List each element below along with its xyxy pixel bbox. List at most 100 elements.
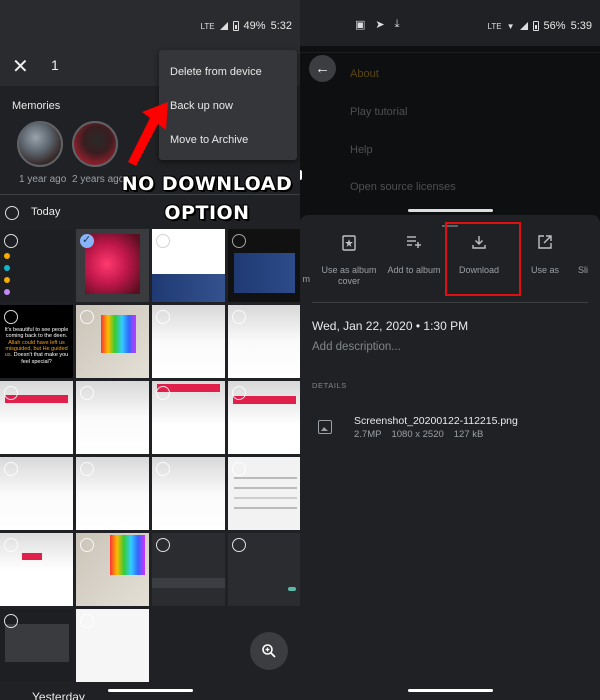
settings-dot (4, 289, 10, 295)
photo-tile[interactable] (76, 381, 149, 454)
menu-item-open-source-licenses[interactable]: Open source licenses (350, 181, 456, 193)
select-circle[interactable] (156, 462, 170, 476)
file-resolution: 1080 x 2520 (391, 429, 444, 440)
download-highlight-box (445, 222, 521, 296)
photo-date: Wed, Jan 22, 2020 (312, 319, 413, 333)
memories-heading: Memories (12, 100, 61, 112)
select-circle[interactable] (232, 386, 246, 400)
photo-tile[interactable] (152, 381, 225, 454)
select-circle[interactable] (80, 310, 94, 324)
menu-item-delete-from-device[interactable]: Delete from device (170, 66, 262, 78)
photo-tile[interactable] (228, 229, 300, 302)
image-file-icon (318, 420, 332, 434)
action-label: Use as (530, 265, 559, 275)
photo-tile[interactable] (228, 381, 300, 454)
file-size: 127 kB (453, 429, 484, 440)
action-label: Add to album (387, 265, 441, 275)
memory-thumbnail[interactable] (72, 121, 118, 167)
photo-tile[interactable] (152, 229, 225, 302)
battery-level: 56% (543, 20, 566, 32)
select-circle[interactable] (4, 234, 18, 248)
photo-tile[interactable] (152, 305, 225, 378)
select-circle[interactable] (232, 462, 246, 476)
photo-tile[interactable] (76, 533, 149, 606)
select-all-checkbox[interactable] (5, 206, 19, 220)
photo-details-screen: ▣ ➤ ⤓ LTE ▼ 56% 5:39 ← About Play tutori… (300, 0, 600, 700)
telegram-icon: ➤ (375, 19, 385, 31)
select-circle[interactable] (80, 538, 94, 552)
description-input[interactable]: Add description... (312, 341, 401, 353)
file-name: Screenshot_20200122-112215.png (354, 415, 518, 427)
clock: 5:32 (270, 20, 292, 32)
action-use-as-album-cover[interactable]: Use as album cover (314, 235, 384, 288)
select-circle[interactable] (232, 538, 246, 552)
select-circle[interactable] (80, 462, 94, 476)
toggle-graphic (288, 587, 296, 591)
memory-caption: 1 year ago (19, 174, 67, 185)
text-line (234, 477, 297, 479)
zoom-button[interactable] (250, 632, 288, 670)
select-circle[interactable] (4, 310, 18, 324)
photo-tile[interactable] (76, 457, 149, 530)
color-spectrum (101, 315, 136, 353)
select-circle[interactable] (4, 614, 18, 628)
menu-item-play-tutorial[interactable]: Play tutorial (350, 106, 407, 118)
photo-tile[interactable] (228, 457, 300, 530)
menu-item-about[interactable]: About (350, 68, 379, 80)
arrow-back-icon: ← (315, 60, 330, 77)
menu-item-help[interactable]: Help (350, 144, 373, 156)
select-circle[interactable] (232, 310, 246, 324)
slideshow-icon (578, 235, 600, 255)
photo-tile[interactable] (0, 381, 73, 454)
photo-tile[interactable] (0, 533, 73, 606)
back-button[interactable]: ← (309, 55, 336, 82)
close-icon[interactable]: ✕ (12, 54, 29, 79)
menu-item-move-to-archive[interactable]: Move to Archive (170, 134, 248, 146)
photo-grid: It's beautiful to see people coming back… (0, 229, 300, 682)
select-circle[interactable] (4, 386, 18, 400)
news-photo (152, 274, 225, 302)
photo-tile[interactable] (0, 229, 73, 302)
gesture-nav-bar[interactable] (408, 209, 493, 212)
photo-tile[interactable] (228, 533, 300, 606)
annotation-text: NO DOWNLOAD OPTION (107, 170, 300, 227)
news-photo (234, 253, 295, 293)
select-circle[interactable] (80, 386, 94, 400)
color-spectrum (110, 535, 145, 575)
selected-check[interactable] (80, 233, 94, 248)
action-slideshow[interactable]: Sli (578, 235, 600, 276)
album-cover-icon (314, 235, 384, 255)
text-line (234, 497, 297, 499)
action-partial[interactable]: m (300, 274, 311, 285)
photo-tile[interactable] (76, 229, 149, 302)
gesture-nav-bar[interactable] (408, 689, 493, 692)
select-circle[interactable] (232, 234, 246, 248)
select-circle[interactable] (156, 310, 170, 324)
photo-tile[interactable] (152, 533, 225, 606)
zoom-in-icon (262, 644, 276, 658)
google-photos-selection-screen: LTE 49% 5:32 ✕ 1 Memories 1 year ago 2 y… (0, 0, 300, 700)
photo-tile[interactable] (228, 305, 300, 378)
photo-tile[interactable] (76, 609, 149, 682)
photo-tile[interactable] (0, 457, 73, 530)
select-circle[interactable] (156, 234, 170, 248)
select-circle[interactable] (4, 462, 18, 476)
text-line (234, 487, 297, 489)
select-circle[interactable] (80, 614, 94, 628)
settings-dot (4, 253, 10, 259)
action-label: Use as album cover (321, 265, 377, 287)
photo-tile[interactable] (0, 609, 73, 682)
gesture-nav-bar[interactable] (108, 689, 193, 692)
select-circle[interactable] (156, 538, 170, 552)
photo-tile[interactable]: It's beautiful to see people coming back… (0, 305, 73, 378)
select-circle[interactable] (4, 538, 18, 552)
edge-indicator (300, 170, 302, 180)
file-megapixels: 2.7MP (354, 429, 382, 440)
memory-thumbnail[interactable] (17, 121, 63, 167)
photo-tile[interactable] (76, 305, 149, 378)
select-circle[interactable] (156, 386, 170, 400)
highlight-row (152, 578, 225, 588)
action-add-to-album[interactable]: Add to album (379, 235, 449, 276)
photo-tile[interactable] (152, 457, 225, 530)
quote-text: It's beautiful to see people coming back… (4, 327, 69, 365)
